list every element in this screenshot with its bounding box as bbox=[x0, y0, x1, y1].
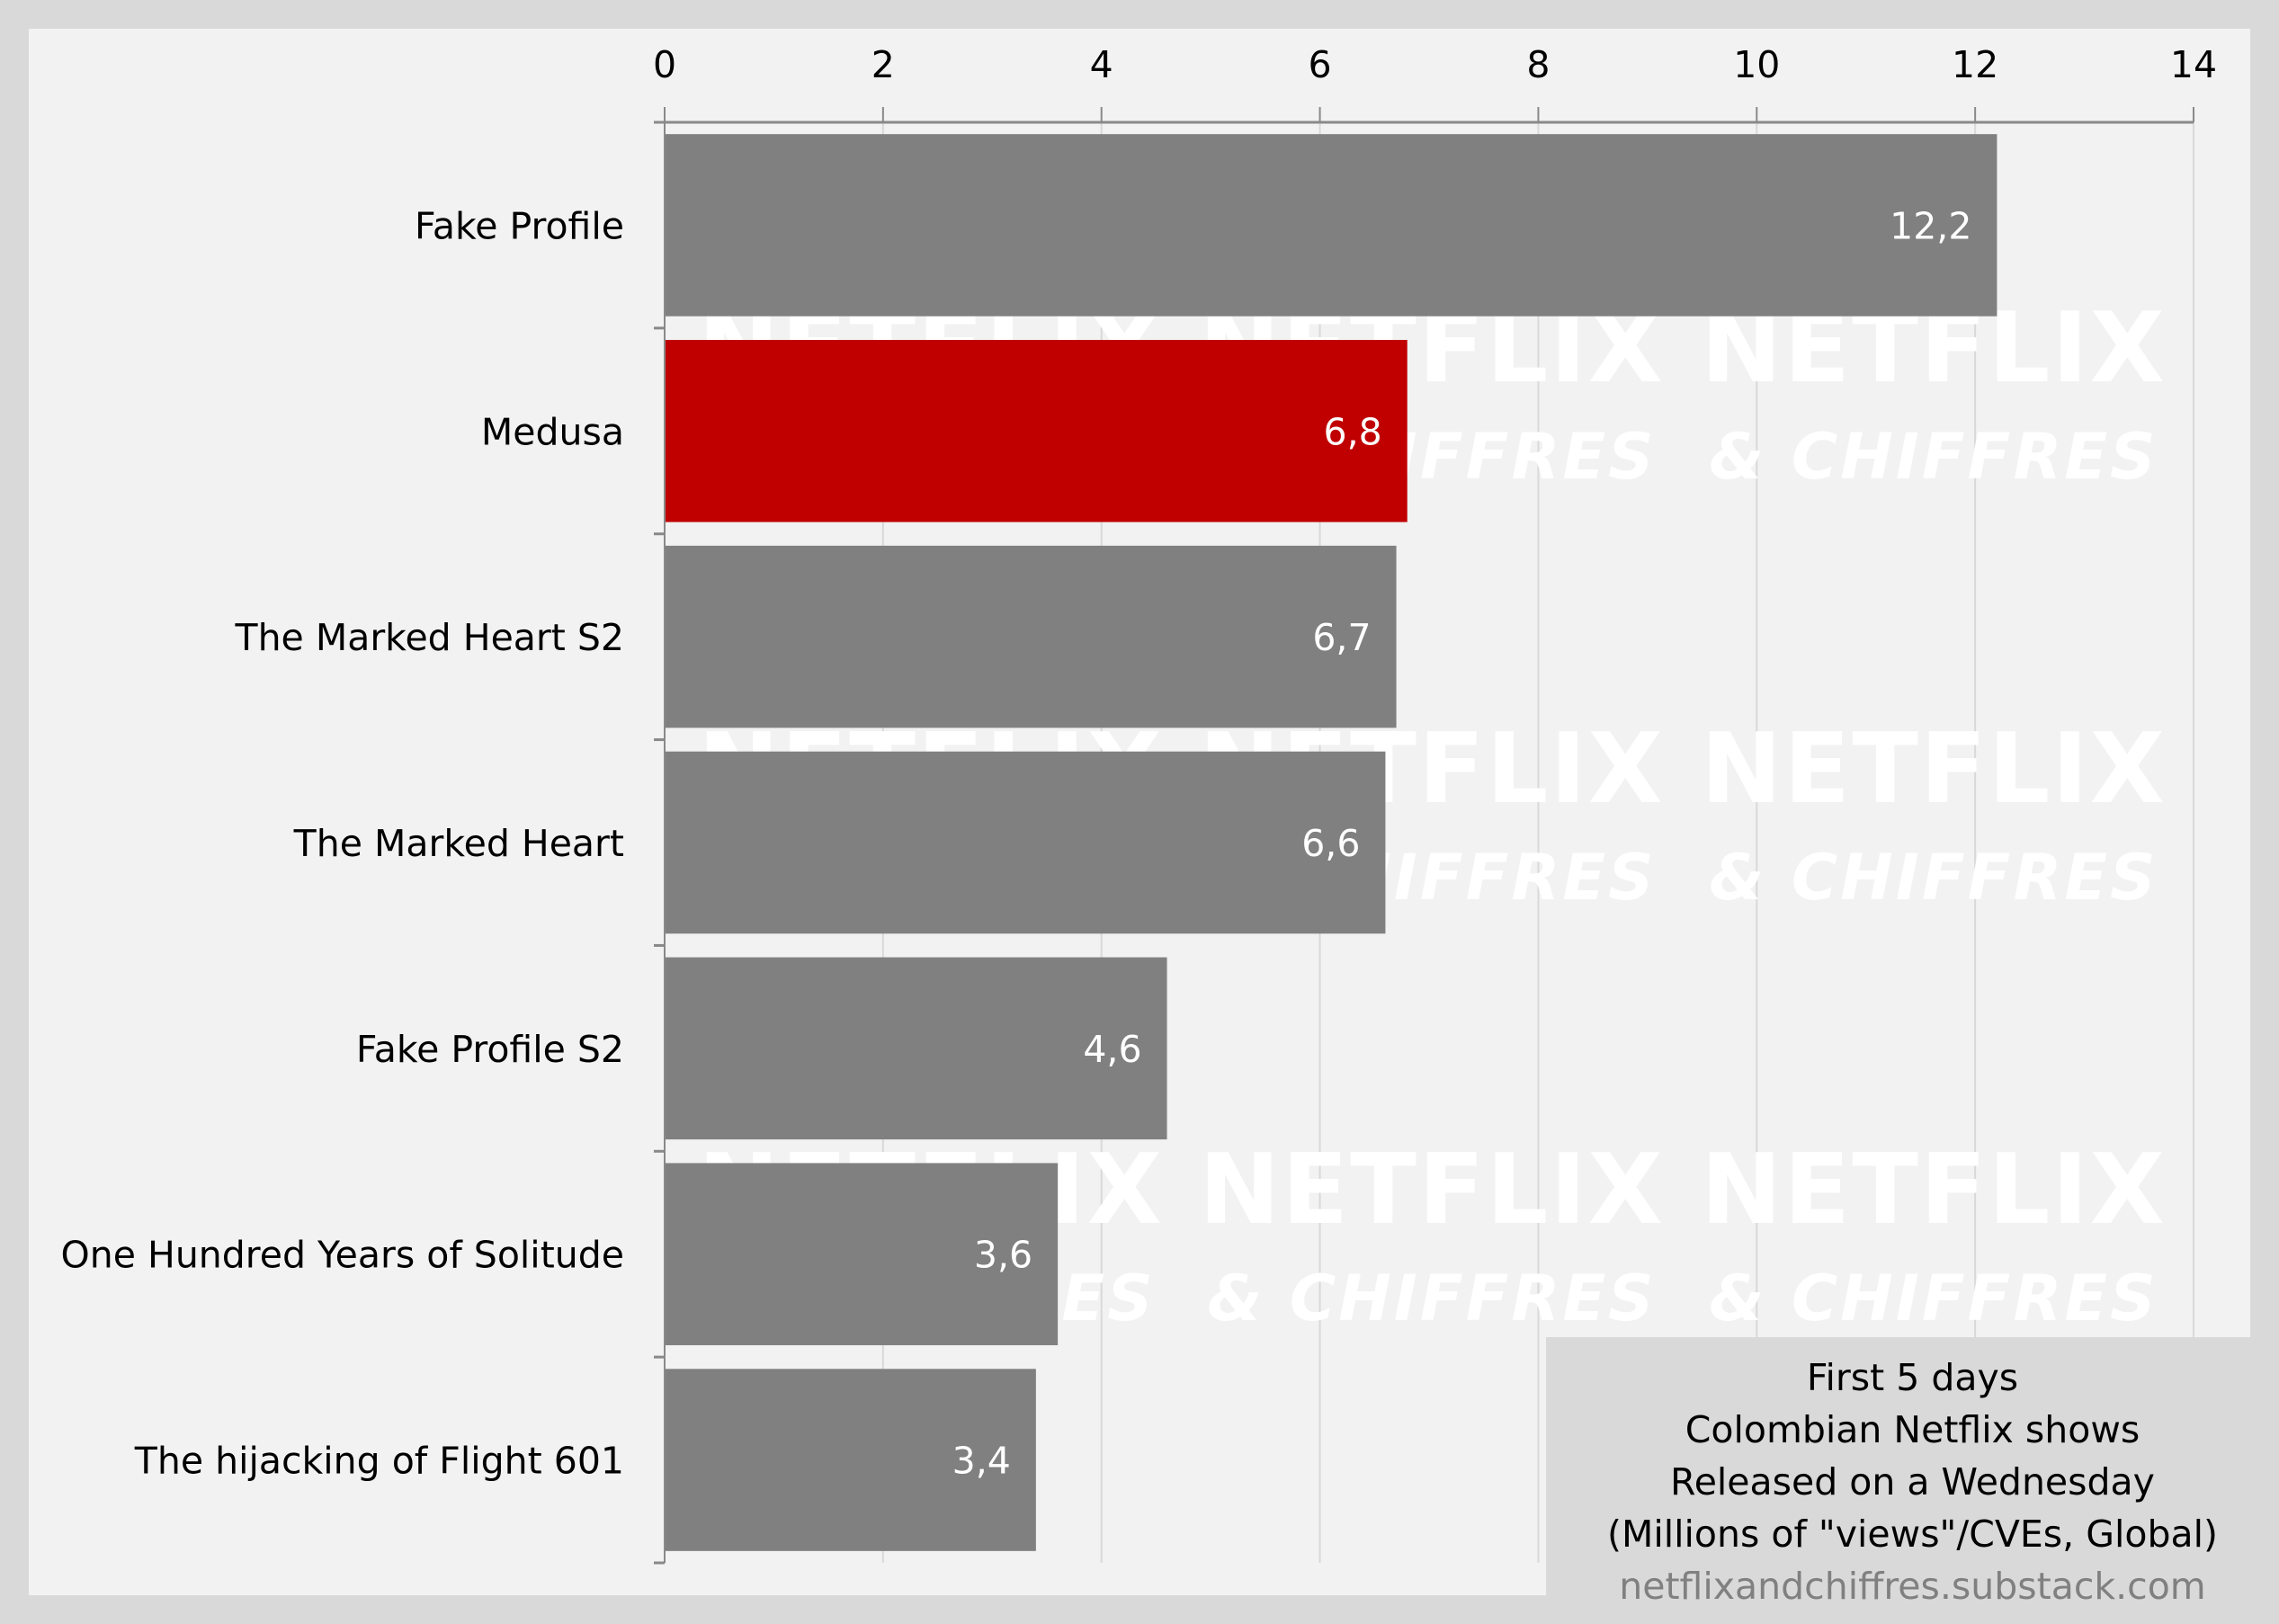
data-label: 6,8 bbox=[1323, 410, 1381, 453]
data-label: 3,6 bbox=[974, 1234, 1032, 1277]
watermark-chiffres: & CHIFFRES bbox=[1207, 1262, 1656, 1335]
x-tick-label: 6 bbox=[1309, 43, 1332, 86]
x-tick-label: 0 bbox=[653, 43, 676, 86]
x-tick-label: 12 bbox=[1952, 43, 1998, 86]
category-label: The Marked Heart bbox=[293, 822, 624, 865]
bar bbox=[665, 134, 1997, 317]
annotation-line: Released on a Wednesday bbox=[1670, 1460, 2155, 1504]
category-label: One Hundred Years of Solitude bbox=[60, 1234, 624, 1277]
watermark-chiffres: & CHIFFRES bbox=[1709, 1262, 2158, 1335]
data-label: 3,4 bbox=[952, 1440, 1011, 1483]
x-tick-label: 14 bbox=[2170, 43, 2217, 86]
watermark-chiffres: & CHIFFRES bbox=[1709, 420, 2158, 494]
bar bbox=[665, 545, 1397, 728]
chart-panel: NETFLIX & CHIFFRES NETFLIX & CHIFFRES NETFLI… bbox=[29, 29, 2279, 1624]
watermark-netflix: NETFLIX bbox=[1701, 1134, 2167, 1246]
annotation-line: (Millions of "views"/CVEs, Global) bbox=[1606, 1512, 2219, 1556]
category-label: The hijacking of Flight 601 bbox=[134, 1440, 624, 1483]
x-tick-label: 10 bbox=[1733, 43, 1780, 86]
annotation-line: Colombian Netflix shows bbox=[1685, 1408, 2140, 1451]
bar bbox=[665, 751, 1386, 934]
bar bbox=[665, 340, 1408, 522]
data-label: 12,2 bbox=[1890, 204, 1971, 247]
category-label: Fake Profile S2 bbox=[356, 1028, 624, 1071]
watermark-chiffres: & CHIFFRES bbox=[1709, 841, 2158, 915]
chart-annotation-box: First 5 days Colombian Netflix shows Rel… bbox=[1546, 1337, 2279, 1624]
data-label: 6,6 bbox=[1301, 822, 1360, 865]
source-link[interactable]: netflixandchiffres.substack.com bbox=[1546, 1560, 2279, 1612]
category-label: Fake Profile bbox=[415, 204, 624, 247]
x-tick-label: 8 bbox=[1526, 43, 1550, 86]
x-tick-label: 4 bbox=[1090, 43, 1113, 86]
watermark-netflix: NETFLIX bbox=[1199, 1134, 1665, 1246]
category-label: Medusa bbox=[481, 410, 624, 453]
data-label: 4,6 bbox=[1083, 1028, 1141, 1071]
annotation-line: First 5 days bbox=[1806, 1356, 2019, 1399]
watermark-netflix: NETFLIX bbox=[1701, 713, 2167, 825]
x-tick-label: 2 bbox=[871, 43, 895, 86]
category-label: The Marked Heart S2 bbox=[235, 616, 624, 659]
data-label: 6,7 bbox=[1312, 616, 1371, 659]
